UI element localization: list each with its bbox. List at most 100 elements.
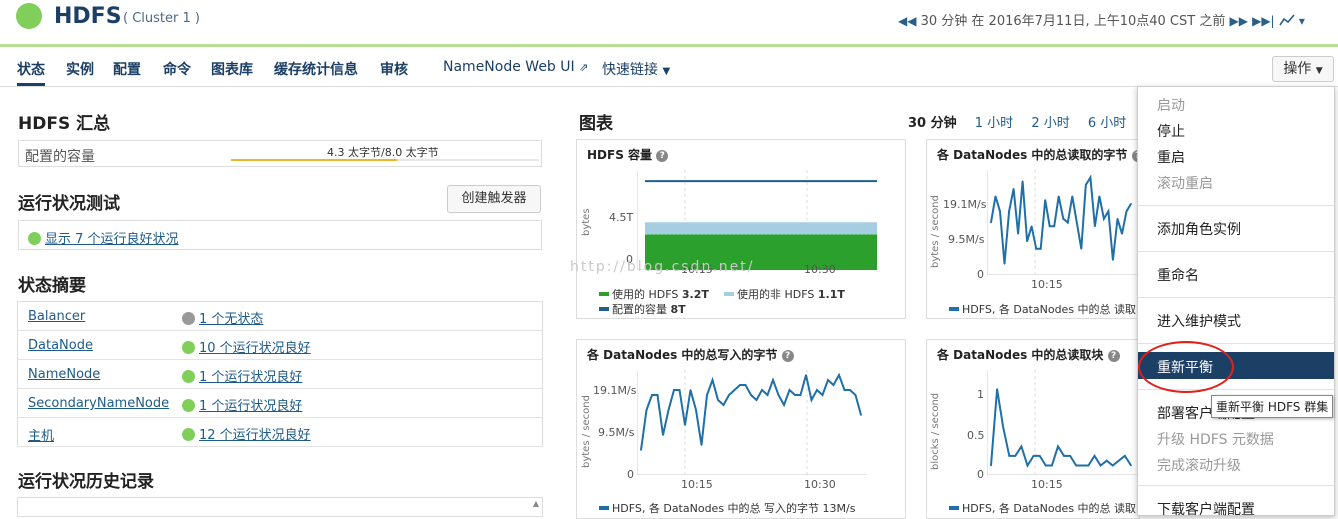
legend-configured-capacity: 配置的容量 8T bbox=[599, 301, 686, 317]
rewind-icon[interactable]: ◀◀ bbox=[898, 14, 916, 28]
tab-instances[interactable]: 实例 bbox=[66, 59, 94, 79]
data-point bbox=[1075, 464, 1077, 467]
role-link[interactable]: SecondaryNameNode bbox=[28, 396, 169, 411]
namenode-web-ui-label: NameNode Web UI bbox=[443, 59, 575, 75]
role-status: 1 个无状态 bbox=[182, 308, 263, 327]
service-header: HDFS ( Cluster 1 ) ◀◀ 30 分钟 在 2016年7月11日… bbox=[0, 0, 1338, 47]
actions-button[interactable]: 操作 ▼ bbox=[1272, 56, 1334, 82]
help-icon[interactable]: ? bbox=[656, 150, 669, 162]
legend-label: 使用的 HDFS bbox=[612, 288, 679, 301]
data-point bbox=[1069, 455, 1071, 457]
chart-title: 各 DataNodes 中的总读取的字节 ? bbox=[937, 146, 1144, 163]
menu-add-role[interactable]: 添加角色实例 bbox=[1157, 219, 1241, 239]
data-point bbox=[722, 404, 725, 406]
data-point bbox=[645, 409, 648, 411]
menu-maintenance[interactable]: 进入维护模式 bbox=[1157, 311, 1241, 331]
data-point bbox=[990, 464, 992, 467]
data-point bbox=[678, 389, 681, 391]
tab-status[interactable]: 状态 bbox=[17, 59, 45, 86]
data-point bbox=[744, 384, 747, 386]
skip-end-icon[interactable]: ▶▶| bbox=[1252, 14, 1275, 28]
tab-cache-stats[interactable]: 缓存统计信息 bbox=[274, 59, 358, 79]
range-1-hour[interactable]: 1 小时 bbox=[975, 116, 1013, 131]
role-link[interactable]: DataNode bbox=[28, 338, 93, 353]
cluster-name[interactable]: ( Cluster 1 ) bbox=[123, 11, 200, 26]
data-point bbox=[1105, 459, 1108, 462]
health-history-panel: ▲ bbox=[17, 497, 543, 517]
data-point bbox=[1039, 248, 1042, 250]
data-point bbox=[1038, 455, 1041, 457]
role-status-link[interactable]: 1 个无状态 bbox=[199, 312, 263, 327]
legend-value: 8T bbox=[670, 303, 686, 316]
capacity-plot bbox=[637, 170, 877, 270]
data-point bbox=[1026, 240, 1028, 243]
data-point bbox=[1080, 248, 1083, 250]
role-status-link[interactable]: 1 个运行状况良好 bbox=[199, 370, 302, 385]
data-point bbox=[1089, 176, 1092, 179]
data-point bbox=[788, 389, 791, 391]
forward-icon[interactable]: ▶▶ bbox=[1229, 14, 1247, 28]
datanodes-write-bytes-chart[interactable]: 各 DataNodes 中的总写入的字节 ? bytes / second 19… bbox=[576, 339, 906, 519]
datanodes-read-blocks-chart[interactable]: 各 DataNodes 中的总读取块 ? blocks / second 1 0… bbox=[926, 339, 1140, 519]
chart-icon[interactable] bbox=[1279, 14, 1295, 26]
data-point bbox=[999, 210, 1001, 213]
y-tick: 1 bbox=[977, 388, 984, 401]
menu-rolling-restart: 滚动重启 bbox=[1157, 176, 1213, 192]
data-point bbox=[1026, 464, 1029, 467]
y-tick: 0 bbox=[977, 468, 984, 481]
role-status-link[interactable]: 1 个运行状况良好 bbox=[199, 399, 302, 414]
legend-swatch bbox=[949, 506, 959, 510]
datanodes-read-bytes-chart[interactable]: 各 DataNodes 中的总读取的字节 ? bytes / second 19… bbox=[926, 139, 1144, 319]
data-point bbox=[1071, 195, 1074, 198]
help-icon[interactable]: ? bbox=[781, 350, 794, 362]
data-point bbox=[755, 399, 758, 401]
show-health-link[interactable]: 显示 7 个运行良好状况 bbox=[45, 232, 179, 247]
tab-config[interactable]: 配置 bbox=[113, 59, 141, 79]
dropdown-caret-icon[interactable]: ▾ bbox=[1299, 14, 1305, 28]
data-point bbox=[656, 394, 659, 396]
time-range-text[interactable]: 30 分钟 在 2016年7月11日, 上午10点40 CST 之前 bbox=[921, 14, 1226, 29]
legend-label: HDFS, 各 DataNodes 中的总 读取 bbox=[962, 303, 1137, 316]
legend-label: 使用的非 HDFS bbox=[737, 288, 815, 301]
data-point bbox=[996, 388, 998, 390]
role-link[interactable]: Balancer bbox=[28, 309, 85, 324]
legend-swatch bbox=[724, 292, 734, 296]
range-2-hours[interactable]: 2 小时 bbox=[1031, 116, 1069, 131]
create-trigger-button[interactable]: 创建触发器 bbox=[447, 185, 541, 213]
range-6-hours[interactable]: 6 小时 bbox=[1088, 116, 1126, 131]
menu-rename[interactable]: 重命名 bbox=[1157, 265, 1199, 285]
namenode-web-ui-link[interactable]: NameNode Web UI ⇗ bbox=[443, 59, 588, 75]
tab-audit[interactable]: 审核 bbox=[380, 59, 408, 79]
data-point bbox=[706, 394, 708, 396]
hdfs-capacity-chart[interactable]: HDFS 容量 ? bytes 4.5T 0 10:15 10:30 使用的 H… bbox=[576, 139, 906, 319]
data-point bbox=[1021, 180, 1024, 183]
status-row: SecondaryNameNode 1 个运行状况良好 bbox=[18, 389, 542, 418]
data-point bbox=[854, 394, 857, 396]
role-link[interactable]: 主机 bbox=[28, 425, 54, 444]
scroll-up-icon[interactable]: ▲ bbox=[533, 499, 539, 508]
role-status-link[interactable]: 10 个运行状况良好 bbox=[199, 341, 311, 356]
role-status-link[interactable]: 12 个运行状况良好 bbox=[199, 428, 311, 443]
tab-chart-library[interactable]: 图表库 bbox=[211, 59, 253, 79]
menu-restart[interactable]: 重启 bbox=[1157, 147, 1185, 167]
data-point bbox=[728, 394, 730, 396]
tab-commands[interactable]: 命令 bbox=[163, 59, 191, 79]
role-link[interactable]: NameNode bbox=[28, 367, 100, 382]
data-point bbox=[1063, 455, 1065, 457]
data-point bbox=[1098, 195, 1101, 198]
x-tick: 10:30 bbox=[804, 263, 836, 276]
menu-download-client-config[interactable]: 下载客户端配置 bbox=[1157, 499, 1255, 519]
capacity-value: 4.3 太字节/8.0 太字节 bbox=[327, 146, 439, 159]
health-link[interactable]: 显示 7 个运行良好状况 bbox=[28, 228, 179, 247]
charts-heading: 图表 bbox=[579, 114, 613, 134]
data-point bbox=[772, 379, 774, 381]
help-icon[interactable]: ? bbox=[1107, 350, 1120, 362]
range-30-min[interactable]: 30 分钟 bbox=[908, 116, 957, 131]
menu-stop[interactable]: 停止 bbox=[1157, 121, 1185, 141]
quick-links-dropdown[interactable]: 快速链接 ▼ bbox=[602, 59, 670, 79]
series-line bbox=[640, 372, 862, 451]
health-panel: 显示 7 个运行良好状况 bbox=[18, 220, 542, 250]
data-point bbox=[766, 394, 769, 396]
chart-title-text: 各 DataNodes 中的总读取块 bbox=[937, 348, 1104, 362]
data-point bbox=[1085, 184, 1087, 186]
